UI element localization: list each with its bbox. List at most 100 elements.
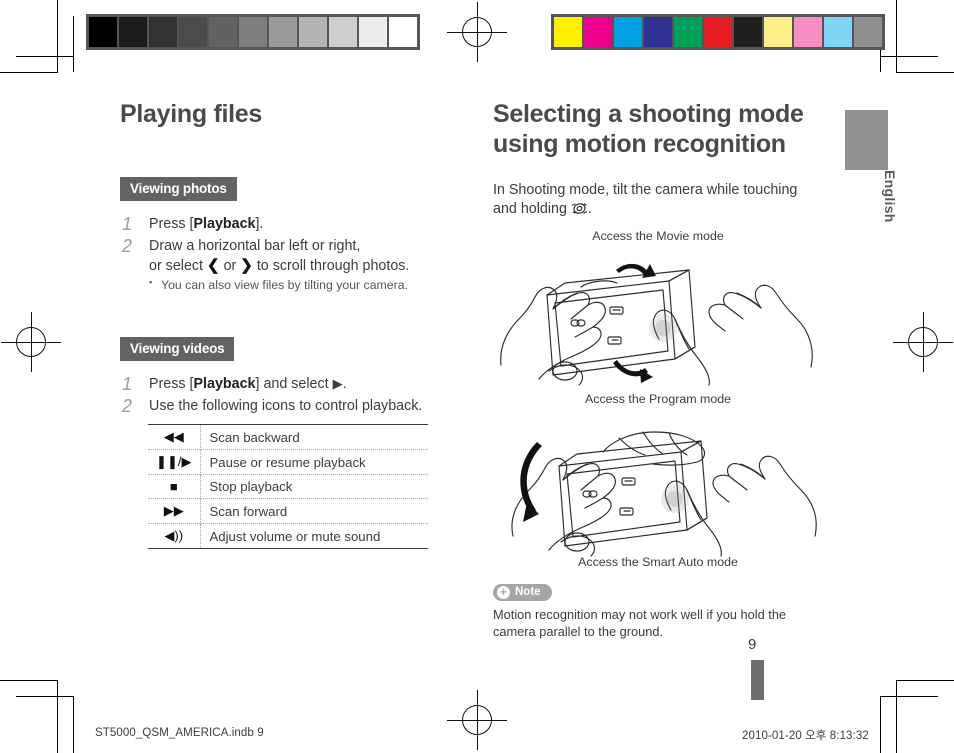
volume-icon: ◀)) <box>148 523 201 549</box>
grayscale-swatch-4 <box>209 17 237 47</box>
plus-circle-icon: + <box>497 585 510 599</box>
color-swatch-3 <box>644 17 672 47</box>
table-row: ◀)) Adjust volume or mute sound <box>148 523 428 549</box>
arrow-left-icon: ❮ <box>207 256 220 274</box>
step-text-before: Press [ <box>149 215 194 232</box>
section-title: Selecting a shooting mode using motion r… <box>493 100 823 159</box>
step-item: 2 Use the following icons to control pla… <box>120 396 450 416</box>
grayscale-swatch-9 <box>359 17 387 47</box>
grayscale-swatch-10 <box>389 17 417 47</box>
crop-mark-top-left-h1 <box>0 72 58 73</box>
illustration-smart-auto: Access the Smart Auto mode <box>493 418 823 569</box>
color-swatch-2 <box>614 17 642 47</box>
section-title-line2: using motion recognition <box>493 129 786 158</box>
language-tab-label: English <box>882 170 898 223</box>
grayscale-swatch-8 <box>329 17 357 47</box>
grayscale-calibration-bar <box>86 14 420 50</box>
camera-tilt-left-drawing <box>511 431 817 557</box>
step-text: Use the following icons to control playb… <box>149 398 423 415</box>
color-swatch-10 <box>854 17 882 47</box>
page-title: Playing files <box>120 100 262 128</box>
intro-paragraph: In Shooting mode, tilt the camera while … <box>493 181 823 220</box>
icon-description: Pause or resume playback <box>209 454 366 470</box>
steps-viewing-videos: 1 Press [Playback] and select ▶. 2 Use t… <box>120 374 450 416</box>
step-text-line1: Draw a horizontal bar left or right, <box>149 237 361 254</box>
playback-icon-table: ◀◀ Scan backward ❚❚/▶ Pause or resume playb… <box>148 424 428 549</box>
step-text-before: Press [ <box>149 376 194 393</box>
grayscale-swatch-5 <box>239 17 267 47</box>
section-title-line1: Selecting a shooting mode <box>493 100 804 128</box>
intro-line1: In Shooting mode, tilt the camera while … <box>493 182 798 198</box>
crop-mark-top-right-v1 <box>896 0 897 72</box>
crop-mark-bottom-left-h1 <box>0 680 58 681</box>
icon-description: Adjust volume or mute sound <box>209 528 381 544</box>
manual-page: Playing files Viewing photos 1 Press [Pl… <box>0 0 954 753</box>
section-heading-viewing-videos: Viewing videos <box>120 337 235 362</box>
intro-line2a: and holding <box>493 201 571 218</box>
language-tab-block <box>845 110 888 170</box>
pause-resume-icon: ❚❚/▶ <box>148 449 201 475</box>
grayscale-swatch-3 <box>179 17 207 47</box>
step-text-end: . <box>342 376 347 393</box>
color-swatch-8 <box>794 17 822 47</box>
color-swatch-5 <box>704 17 732 47</box>
note-text: Motion recognition may not work well if … <box>493 606 787 640</box>
color-swatch-9 <box>824 17 852 47</box>
crop-mark-top-right-h1 <box>896 72 954 73</box>
caption-access-movie-mode: Access the Movie mode <box>592 228 724 243</box>
grayscale-swatch-7 <box>299 17 327 47</box>
table-row: ❚❚/▶ Pause or resume playback <box>148 449 428 475</box>
step-text-after: ]. <box>255 215 264 232</box>
color-swatch-0 <box>554 17 582 47</box>
note-block: + Note Motion recognition may not work w… <box>493 583 823 641</box>
intro-line2b: . <box>587 201 592 218</box>
note-badge-label: Note <box>515 586 541 599</box>
grayscale-swatch-0 <box>89 17 117 47</box>
step-item: 2 Draw a horizontal bar left or right, o… <box>120 236 450 294</box>
crop-mark-bottom-left-h2 <box>16 696 74 697</box>
motion-recognition-icon <box>571 203 587 215</box>
step-text-line2b: or <box>219 257 241 274</box>
step-text-after: ] and select <box>255 376 333 393</box>
page-number: 9 <box>748 636 757 653</box>
footer-timestamp: 2010-01-20 오후 8:13:32 <box>742 730 869 742</box>
table-row: ▶▶ Scan forward <box>148 498 428 524</box>
note-bullet: You can also view files by tilting your … <box>149 277 450 294</box>
footer-filename: ST5000_QSM_AMERICA.indb 9 <box>95 727 264 739</box>
steps-viewing-photos: 1 Press [Playback]. 2 Draw a horizontal … <box>120 214 450 294</box>
step-item: 1 Press [Playback] and select ▶. <box>120 374 450 395</box>
illustration-movie-program: Access the Movie mode Access the Program… <box>493 229 823 406</box>
color-swatch-7 <box>764 17 792 47</box>
scan-forward-icon: ▶▶ <box>148 498 201 524</box>
crop-mark-top-left-h2 <box>16 56 74 57</box>
camera-tilt-vertical-drawing <box>500 263 813 386</box>
caption-access-program-mode: Access the Program mode <box>585 391 731 406</box>
color-swatch-6 <box>734 17 762 47</box>
step-text-line2c: to scroll through photos. <box>252 257 410 274</box>
crop-mark-bottom-right-h2 <box>880 696 938 697</box>
crop-mark-bottom-right-v1 <box>896 680 897 753</box>
step-item: 1 Press [Playback]. <box>120 214 450 234</box>
color-swatch-1 <box>584 17 612 47</box>
crop-mark-bottom-right-h1 <box>896 680 954 681</box>
stop-icon: ■ <box>148 474 201 499</box>
right-column: Selecting a shooting mode using motion r… <box>493 100 823 640</box>
key-label-playback: Playback <box>193 376 256 393</box>
crop-mark-top-left-v2 <box>73 16 74 72</box>
grayscale-swatch-1 <box>119 17 147 47</box>
grayscale-swatch-6 <box>269 17 297 47</box>
table-row: ◀◀ Scan backward <box>148 424 428 450</box>
icon-description: Scan backward <box>209 429 300 445</box>
arrow-right-icon: ❯ <box>240 256 253 274</box>
crop-mark-top-right-h2 <box>880 56 938 57</box>
grayscale-swatch-2 <box>149 17 177 47</box>
scan-backward-icon: ◀◀ <box>148 424 201 450</box>
color-calibration-bar <box>551 14 885 50</box>
crop-mark-bottom-left-v1 <box>57 680 58 753</box>
crop-mark-bottom-left-v2 <box>73 696 74 753</box>
page-number-bar <box>751 660 764 700</box>
icon-description: Stop playback <box>209 479 293 494</box>
icon-description: Scan forward <box>209 503 288 519</box>
step-number: 1 <box>122 374 133 395</box>
table-row: ■ Stop playback <box>148 474 428 499</box>
